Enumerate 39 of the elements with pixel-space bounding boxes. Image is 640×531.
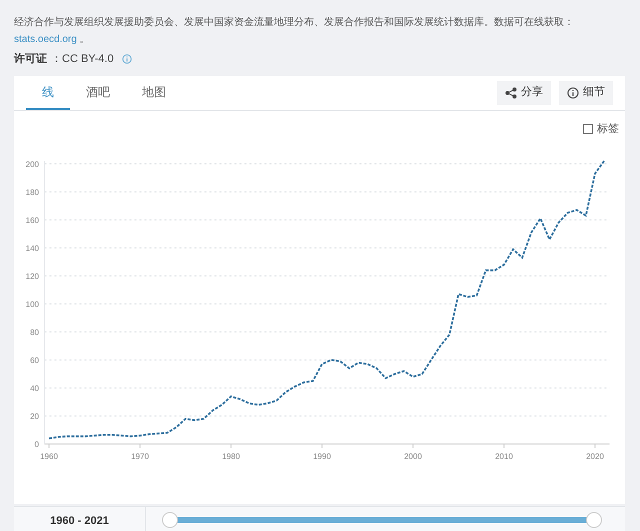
x-tick-label: 1970: [131, 452, 149, 461]
slider-handle[interactable]: [586, 512, 602, 528]
x-tick: [594, 444, 596, 448]
y-tick-label: 120: [26, 272, 39, 281]
range-label: 1960 - 2021: [50, 514, 109, 528]
y-tick-label: 40: [30, 384, 39, 393]
source-note: 经济合作与发展组织发展援助委员会、发展中国家资金流量地理分布、发展合作报告和国际发展统计数据库。数据可在线获取： stats.oecd.org 。: [14, 16, 575, 47]
x-tick: [230, 444, 232, 448]
y-tick-label: 180: [26, 188, 39, 197]
license-value: ：CC BY-4.0: [51, 52, 114, 67]
y-tick-label: 60: [30, 356, 39, 365]
y-tick-label: 0: [34, 440, 39, 449]
share-button[interactable]: 分享: [497, 80, 551, 104]
tab[interactable]: 线: [26, 76, 70, 110]
info-icon: [567, 86, 579, 98]
y-tick-label: 100: [26, 300, 39, 309]
y-tick-label: 200: [26, 160, 39, 169]
x-tick: [412, 444, 414, 448]
tab[interactable]: 酒吧: [70, 76, 126, 110]
info-button[interactable]: 细节: [559, 80, 613, 104]
y-tick-label: 20: [30, 412, 39, 421]
y-tick-label: 140: [26, 244, 39, 253]
share-icon: [505, 86, 517, 98]
info-icon: [122, 54, 132, 64]
tab[interactable]: 地图: [126, 76, 182, 110]
x-tick: [48, 444, 50, 448]
checkbox-label: 标签: [597, 122, 619, 136]
y-tick-label: 80: [30, 328, 39, 337]
x-tick-label: 1960: [40, 452, 58, 461]
checkbox[interactable]: [583, 124, 593, 134]
x-tick-label: 2000: [404, 452, 422, 461]
license-label: 许可证: [14, 52, 47, 67]
x-tick-label: 1990: [313, 452, 331, 461]
y-tick-label: 160: [26, 216, 39, 225]
x-tick-label: 1980: [222, 452, 240, 461]
source-link[interactable]: stats.oecd.org: [14, 34, 77, 45]
x-tick-label: 2020: [586, 452, 604, 461]
x-tick-label: 2010: [495, 452, 513, 461]
slider-handle[interactable]: [162, 512, 178, 528]
